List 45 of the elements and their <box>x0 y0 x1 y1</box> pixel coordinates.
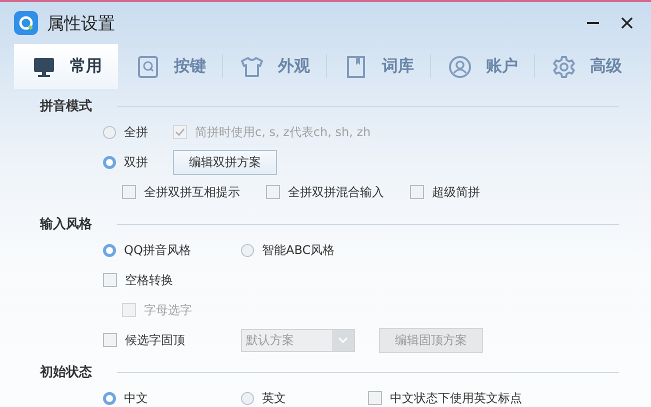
checkbox-label: 中文状态下使用英文标点 <box>390 390 522 406</box>
gear-icon <box>552 54 576 78</box>
chevron-down-icon <box>338 337 348 343</box>
checkbox-label: 全拼双拼互相提示 <box>144 184 240 200</box>
settings-tab[interactable]: 常用 <box>14 44 118 89</box>
checkbox-label: 字母选字 <box>144 302 192 318</box>
checkbox-label: 全拼双拼混合输入 <box>288 184 384 200</box>
checkbox[interactable] <box>266 185 280 199</box>
checkbox[interactable] <box>122 185 136 199</box>
checkbox-label: 简拼时使用c, s, z代表ch, sh, zh <box>195 124 371 140</box>
checkbox[interactable] <box>368 391 382 405</box>
checkbox[interactable] <box>103 273 117 287</box>
radio-button[interactable] <box>241 244 254 256</box>
key-icon <box>136 54 160 78</box>
radio-button[interactable] <box>103 392 116 404</box>
check-icon <box>175 127 185 137</box>
checkbox-label: 超级简拼 <box>432 184 480 200</box>
book-icon <box>344 54 368 78</box>
shirt-icon <box>240 54 264 78</box>
settings-tab[interactable]: 账户 <box>430 44 534 89</box>
settings-tab[interactable]: 外观 <box>222 44 326 89</box>
radio-label: 智能ABC风格 <box>262 242 335 258</box>
checkbox-label: 空格转换 <box>125 272 173 288</box>
radio-button[interactable] <box>103 126 116 138</box>
radio-button[interactable] <box>241 392 254 404</box>
settings-tab[interactable]: 高级 <box>534 44 638 89</box>
radio-button[interactable] <box>103 244 116 256</box>
checkbox[interactable] <box>410 185 424 199</box>
settings-tab[interactable]: 词库 <box>326 44 430 89</box>
section-title: 输入风格 <box>40 216 92 233</box>
checkbox-label: 候选字固顶 <box>125 332 185 348</box>
radio-label: 中文 <box>124 390 148 406</box>
section-title: 拼音模式 <box>40 98 92 115</box>
radio-label: QQ拼音风格 <box>124 242 191 258</box>
radio-label: 双拼 <box>124 154 148 170</box>
radio-label: 英文 <box>262 390 286 406</box>
edit-scheme-button[interactable]: 编辑双拼方案 <box>173 150 277 174</box>
app-logo <box>14 11 38 35</box>
window-title: 属性设置 <box>47 12 115 34</box>
radio-label: 全拼 <box>124 124 148 140</box>
radio-button[interactable] <box>103 156 116 168</box>
user-icon <box>448 54 472 78</box>
checkbox[interactable] <box>103 333 117 347</box>
section-title: 初始状态 <box>40 364 92 381</box>
settings-tab[interactable]: 按键 <box>118 44 222 89</box>
